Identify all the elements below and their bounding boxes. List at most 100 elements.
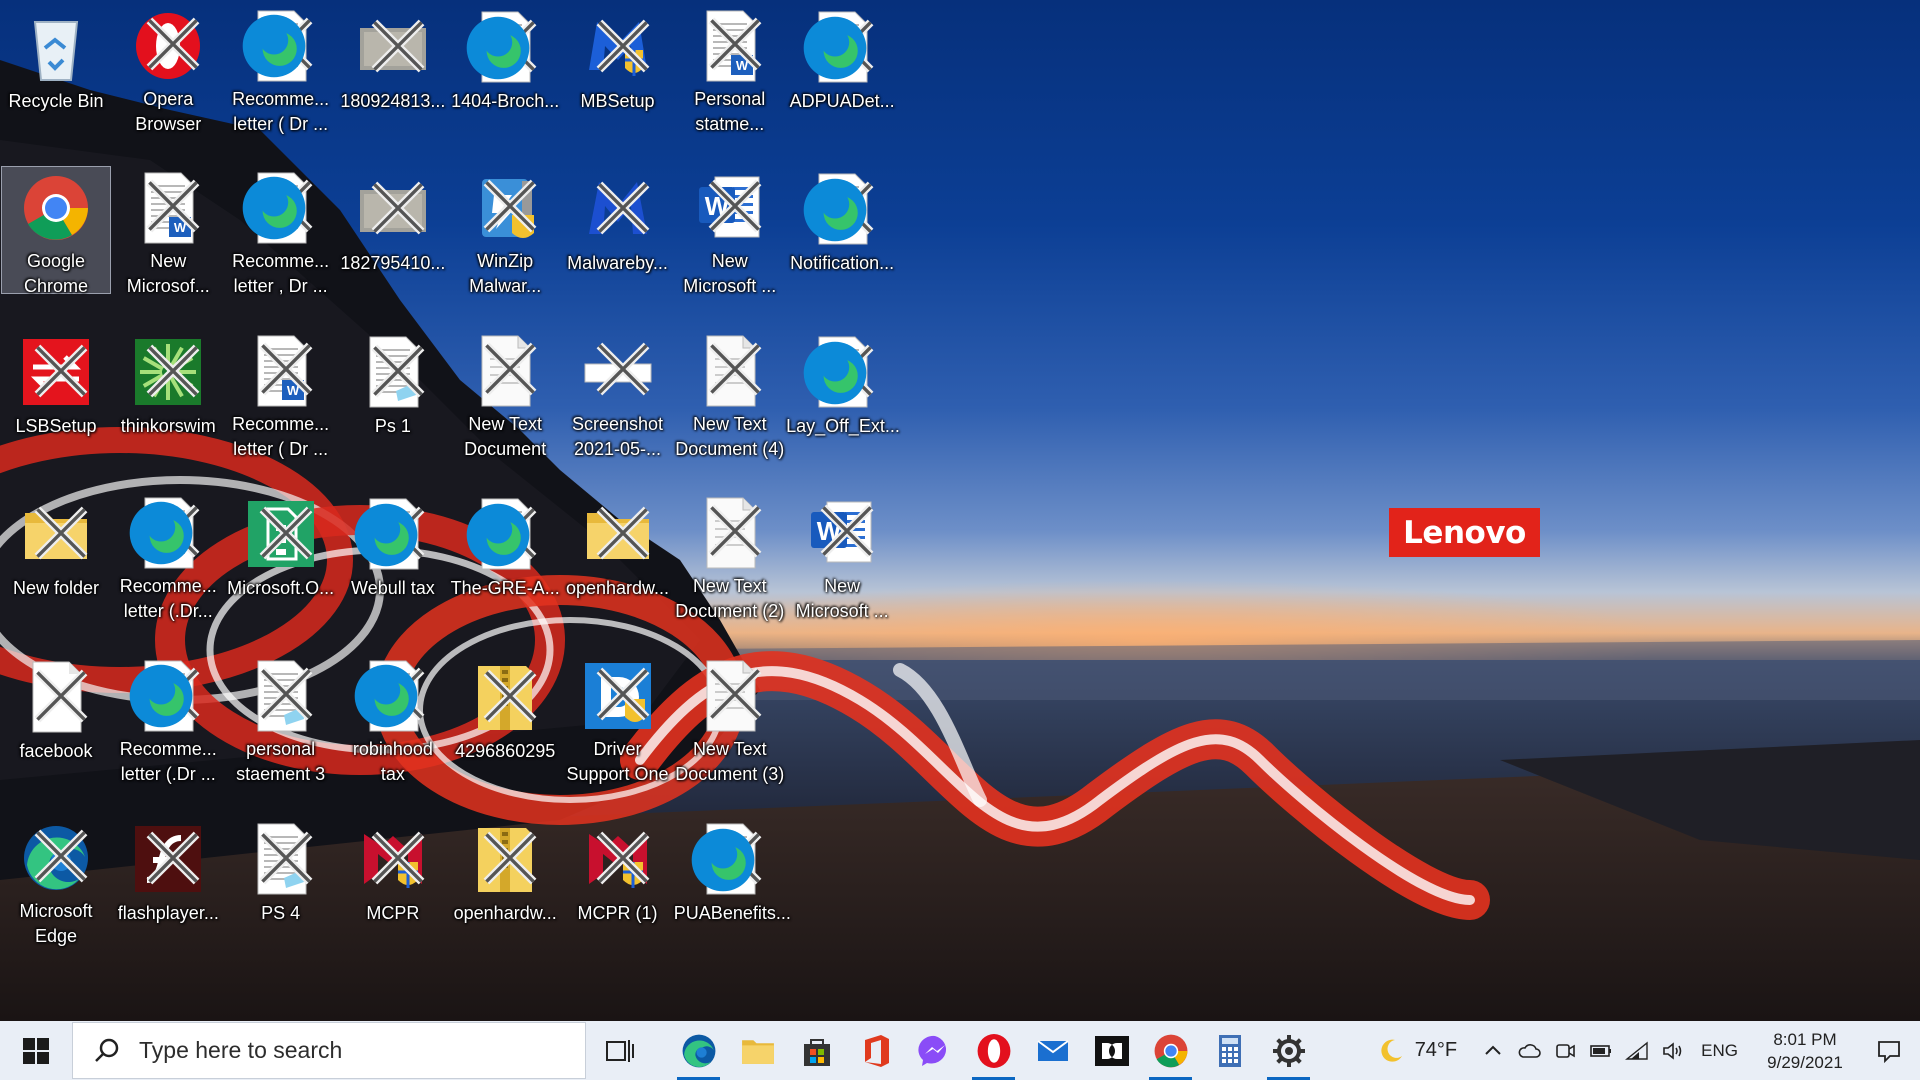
word-icon: W [804,496,880,570]
shortcut-arrow-icon [708,179,762,233]
desktop-icon[interactable]: New folder [1,491,111,619]
desktop-icon-label: Webull tax [351,578,435,599]
input-language-indicator[interactable]: ENG [1701,1041,1738,1061]
shortcut-arrow-icon [596,831,649,885]
onedrive-tray[interactable] [1511,1021,1547,1080]
desktop-icon[interactable]: 4296860295 [450,654,560,782]
desktop-icon[interactable]: Microsoft.O... [226,491,336,619]
desktop-icon[interactable]: robinhood tax [338,654,448,784]
desktop-icon[interactable]: flashplayer... [113,816,223,944]
word-document-icon: W [243,334,319,408]
desktop-icon[interactable]: MBSetup [563,4,673,132]
desktop-icon-label: Driver Support One [566,738,669,784]
desktop-icon[interactable]: W New Microsof... [113,166,223,296]
opera-icon [975,1032,1013,1070]
edge-document-icon [354,496,431,572]
weather-widget[interactable]: 74°F [1377,1037,1457,1065]
taskbar-search-box[interactable]: Type here to search [72,1022,586,1079]
desktop-icon[interactable]: LSBSetup [1,329,111,457]
shortcut-arrow-icon [34,344,88,398]
edge-document-icon [354,659,431,733]
show-hidden-icons-button[interactable] [1475,1021,1511,1080]
taskbar-microsoft-store-button[interactable] [787,1021,846,1080]
desktop-icon[interactable]: PS 4 [226,816,336,944]
notepad-document-icon [243,821,319,897]
desktop-icon[interactable]: MCPR [338,816,448,944]
wifi-tray[interactable] [1619,1021,1655,1080]
desktop-icon[interactable]: Recomme... letter (.Dr ... [113,654,223,784]
taskbar-office-button[interactable] [846,1021,905,1080]
shortcut-arrow-icon [34,669,88,722]
shortcut-arrow-icon [596,181,649,235]
desktop-icon[interactable]: New Text Document [450,329,560,459]
desktop-icon[interactable]: W New Microsoft ... [675,166,785,296]
desktop-icon-label: Recomme... letter ( Dr ... [232,413,330,459]
desktop-icon[interactable]: Opera Browser [113,4,223,134]
desktop-icon[interactable]: WinZip Malwar... [450,166,560,296]
desktop-icon-label: robinhood tax [352,738,433,784]
desktop-icon[interactable]: New Text Document (2) [675,491,785,621]
desktop-icon[interactable]: 1404-Broch... [450,4,560,132]
shortcut-arrow-icon [371,19,425,73]
taskbar-edge-button[interactable] [669,1021,728,1080]
desktop-icon[interactable]: Ps 1 [338,329,448,457]
desktop-icon[interactable]: Notification... [787,166,897,294]
action-center-button[interactable] [1858,1021,1920,1080]
taskbar-dolby-button[interactable] [1082,1021,1141,1080]
desktop-icon-label: Google Chrome [23,251,89,297]
desktop-icon[interactable]: 182795410... [338,166,448,294]
desktop-icon[interactable]: W Recomme... letter ( Dr ... [226,329,336,459]
edge-document-icon [466,496,543,572]
desktop-icon[interactable]: openhardw... [450,816,560,944]
taskbar-settings-button[interactable] [1259,1021,1318,1080]
desktop-icon[interactable]: facebook [1,654,111,782]
edge-document-icon [803,334,880,410]
desktop-icon[interactable]: Driver Support One [563,654,673,784]
desktop-icon[interactable]: ADPUADet... [787,4,897,132]
volume-tray[interactable] [1655,1021,1691,1080]
desktop-icon[interactable]: thinkorswim [113,329,223,457]
opera-icon [130,9,206,83]
desktop-icon[interactable]: New Text Document (3) [675,654,785,784]
desktop-icon[interactable]: PUABenefits... [674,816,791,944]
desktop-icon-label: Recycle Bin [8,91,104,111]
word-document-icon: W [692,9,768,83]
desktop-icon[interactable]: personal staement 3 [226,654,336,784]
desktop-icon[interactable]: 180924813... [338,4,448,132]
desktop-icon[interactable]: Recomme... letter ( Dr ... [226,4,336,134]
taskbar-file-explorer-button[interactable] [728,1021,787,1080]
desktop-icon-label: New folder [12,578,100,599]
start-button[interactable] [0,1021,72,1080]
shortcut-arrow-icon [483,179,537,233]
shortcut-arrow-icon [596,667,649,720]
desktop-icon[interactable]: Recomme... letter , Dr ... [226,166,336,296]
taskbar-chrome-button[interactable] [1141,1021,1200,1080]
thinkorswim-icon [130,334,206,410]
desktop-icon[interactable]: Google Chrome [1,166,111,296]
desktop-icon[interactable]: The-GRE-A... [450,491,560,619]
desktop-icon[interactable]: MCPR (1) [563,816,673,944]
desktop-icon[interactable]: Webull tax [338,491,448,619]
taskbar-clock[interactable]: 8:01 PM 9/29/2021 [1752,1028,1858,1074]
taskbar-task-view-button[interactable] [590,1021,649,1080]
desktop-icon[interactable]: W New Microsoft ... [787,491,897,621]
taskbar-opera-button[interactable] [964,1021,1023,1080]
dolby-icon [1093,1032,1131,1070]
desktop-icon[interactable]: Screenshot 2021-05-... [563,329,673,459]
desktop-icon-label: Opera Browser [135,89,202,134]
desktop-icon[interactable]: New Text Document (4) [675,329,785,459]
desktop-icon[interactable]: Lay_Off_Ext... [786,329,900,457]
desktop-icon[interactable]: Recomme... letter (.Dr... [113,491,223,621]
taskbar-messenger-button[interactable] [905,1021,964,1080]
battery-tray[interactable] [1583,1021,1619,1080]
desktop-icon[interactable]: Malwareby... [563,166,673,294]
taskbar-mail-button[interactable] [1023,1021,1082,1080]
shortcut-arrow-icon [34,506,88,560]
desktop-icon[interactable]: Microsoft Edge [1,816,111,946]
taskbar-calculator-button[interactable] [1200,1021,1259,1080]
desktop-icon[interactable]: Recycle Bin [1,4,111,132]
meet-now-tray[interactable] [1547,1021,1583,1080]
desktop-icon[interactable]: openhardw... [563,491,673,619]
desktop-icon-label: New Text Document (4) [675,413,785,459]
desktop-icon[interactable]: W Personal statme... [675,4,785,134]
